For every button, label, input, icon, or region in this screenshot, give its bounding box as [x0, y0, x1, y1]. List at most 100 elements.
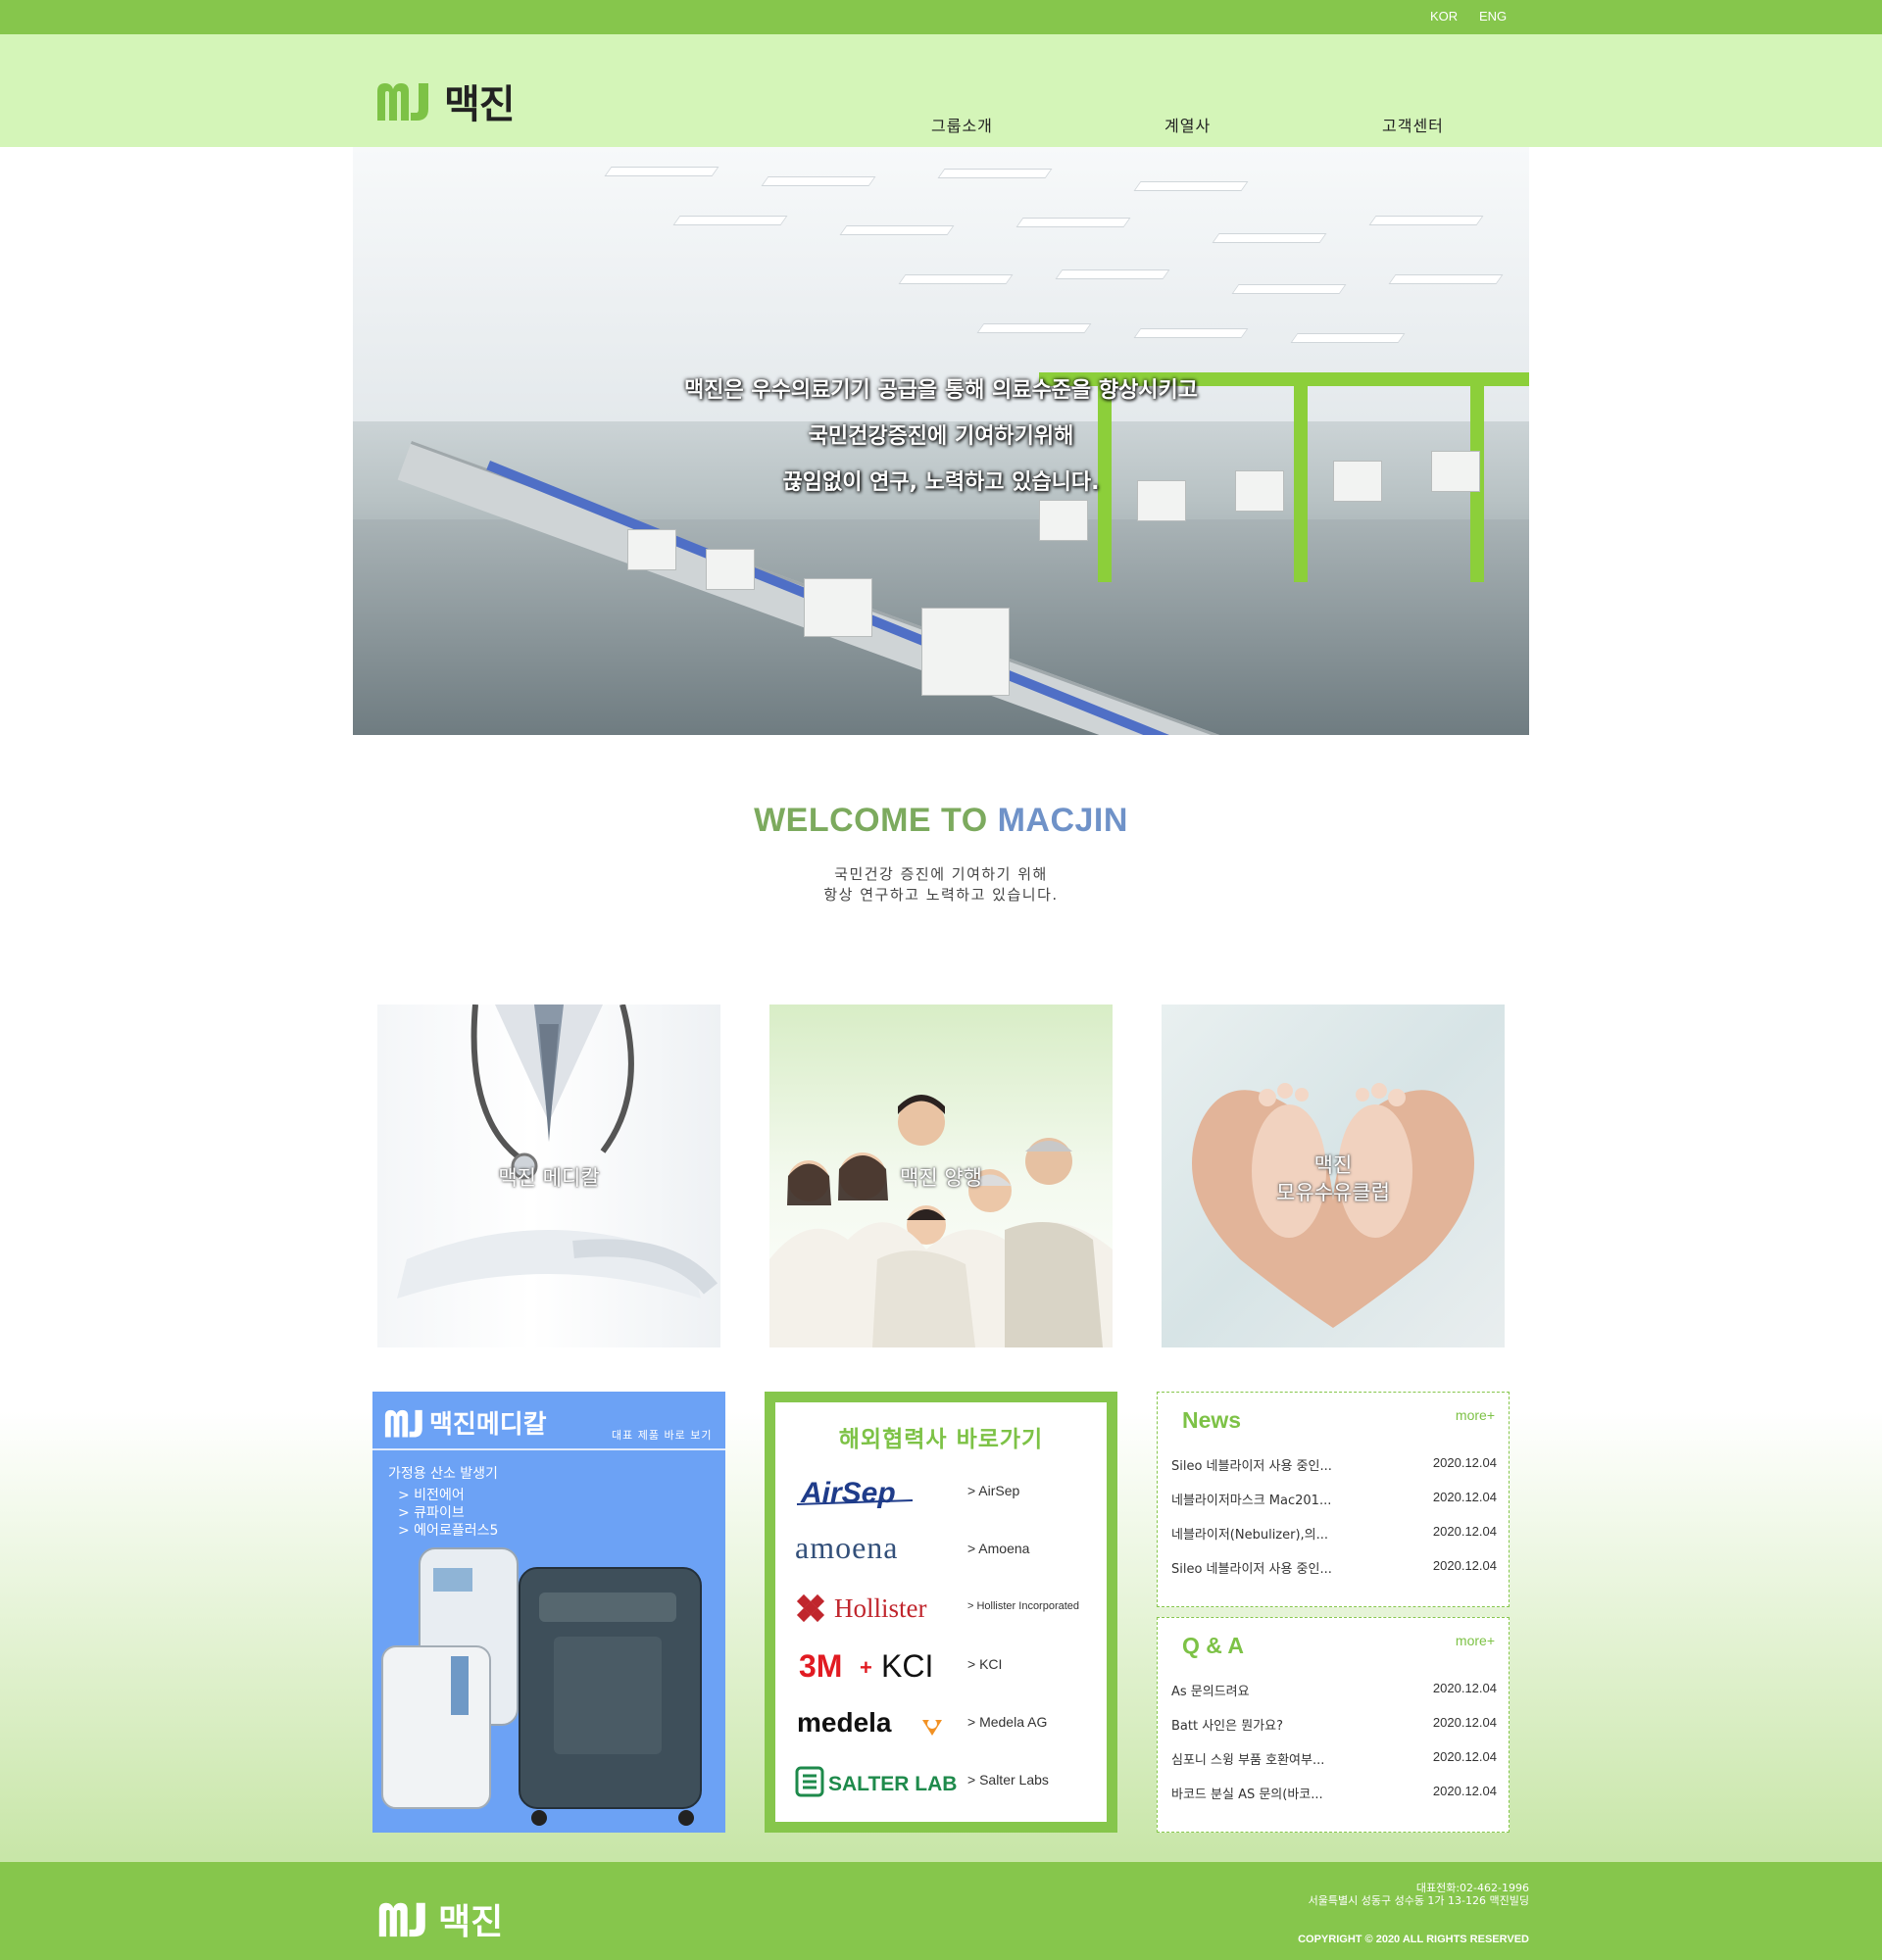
mj-logo-icon: [377, 83, 428, 121]
svg-text:+: +: [860, 1655, 872, 1680]
card-medical-label: 맥진 메디칼: [377, 1164, 720, 1192]
welcome-title: WELCOME TO MACJIN: [353, 802, 1529, 840]
news-row-title: 네블라이저마스크 Mac201...: [1171, 1494, 1332, 1508]
news-more-link[interactable]: more+: [1456, 1407, 1495, 1423]
partner-name: > KCI: [967, 1656, 1003, 1672]
hero-line-1: 맥진은 우수의료기기 공급을 통해 의료수준을 향상시키고: [683, 378, 1199, 403]
card-macjin-medical[interactable]: 맥진 메디칼: [377, 1004, 720, 1348]
qa-row-title: Batt 사인은 뭔가요?: [1171, 1719, 1284, 1734]
welcome-title-a: WELCOME TO: [754, 802, 998, 839]
svg-text:Hollister: Hollister: [834, 1593, 927, 1623]
card-yanghaeng-label-line: 맥진 양행: [900, 1166, 982, 1190]
card-macjin-yanghaeng[interactable]: 맥진 양행: [769, 1004, 1113, 1348]
hero-line-3: 끊임없이 연구, 노력하고 있습니다.: [782, 470, 1100, 495]
nav-customer-center[interactable]: 고객센터: [1382, 113, 1444, 136]
partner-name: > Medela AG: [967, 1714, 1048, 1730]
partner-salter-link[interactable]: SALTER LABS > Salter Labs: [795, 1758, 1109, 1801]
logo-text: 맥진: [444, 82, 516, 127]
qa-row-title: As 문의드려요: [1171, 1685, 1250, 1699]
medical-panel-header: 맥진메디칼 대표 제품 바로 보기: [372, 1392, 725, 1450]
news-row[interactable]: 네블라이저(Nebulizer),의... 2020.12.04: [1171, 1524, 1497, 1544]
news-row-date: 2020.12.04: [1432, 1455, 1497, 1470]
3m-kci-logo: 3M + KCI: [795, 1642, 962, 1686]
welcome-subtitle: 국민건강 증진에 기여하기 위해 항상 연구하고 노력하고 있습니다.: [353, 864, 1529, 906]
news-row-date: 2020.12.04: [1432, 1490, 1497, 1504]
qa-row[interactable]: As 문의드려요 2020.12.04: [1171, 1681, 1497, 1700]
partner-hollister-link[interactable]: Hollister > Hollister Incorporated: [795, 1585, 1109, 1628]
news-row[interactable]: Sileo 네블라이저 사용 중인... 2020.12.04: [1171, 1558, 1497, 1578]
mj-logo-icon: [378, 1902, 425, 1937]
nav-group-intro[interactable]: 그룹소개: [931, 113, 993, 136]
card-club-label-line-2: 모유수유클럽: [1276, 1181, 1390, 1204]
site-logo[interactable]: 맥진: [375, 78, 522, 127]
partner-medela-link[interactable]: medela > Medela AG: [795, 1700, 1109, 1743]
news-row[interactable]: Sileo 네블라이저 사용 중인... 2020.12.04: [1171, 1455, 1497, 1475]
partner-name: > Hollister Incorporated: [967, 1600, 1080, 1612]
qa-row-date: 2020.12.04: [1432, 1784, 1497, 1798]
footer-logo-text: 맥진: [438, 1902, 504, 1942]
footer-copyright: COPYRIGHT © 2020 ALL RIGHTS RESERVED: [1298, 1934, 1529, 1945]
footer-contact: 대표전화:02-462-1996 서울특별시 성동구 성수동 1가 13-126…: [1309, 1882, 1529, 1907]
news-board: News more+ Sileo 네블라이저 사용 중인... 2020.12.0…: [1157, 1392, 1510, 1607]
nav-affiliates[interactable]: 계열사: [1164, 113, 1211, 136]
lang-kor-link[interactable]: KOR: [1430, 9, 1458, 24]
card-medical-label-line: 맥진 메디칼: [498, 1166, 600, 1190]
site-header: 맥진 그룹소개 계열사 고객센터: [0, 34, 1882, 147]
partner-amoena-link[interactable]: amoena > Amoena: [795, 1527, 1109, 1570]
top-bar: KOR ENG: [0, 0, 1882, 34]
product-item[interactable]: > 에어로플러스5: [388, 1522, 498, 1540]
medical-panel-title: 맥진메디칼: [429, 1410, 547, 1440]
footer-phone: 대표전화:02-462-1996: [1415, 1882, 1529, 1894]
airsep-logo: AirSep: [795, 1469, 962, 1512]
partner-airsep-link[interactable]: AirSep > AirSep: [795, 1469, 1109, 1512]
amoena-logo: amoena: [795, 1527, 962, 1570]
qa-row[interactable]: 바코드 분실 AS 문의(바코... 2020.12.04: [1171, 1784, 1497, 1803]
qa-title: Q & A: [1182, 1633, 1245, 1658]
news-row-title: 네블라이저(Nebulizer),의...: [1171, 1528, 1329, 1543]
news-row-title: Sileo 네블라이저 사용 중인...: [1171, 1459, 1332, 1474]
footer-logo[interactable]: 맥진: [377, 1893, 503, 1944]
mj-logo-icon: [384, 1409, 422, 1438]
partner-name: > Salter Labs: [967, 1772, 1049, 1788]
news-row-date: 2020.12.04: [1432, 1524, 1497, 1539]
partner-name: > Amoena: [967, 1541, 1030, 1556]
news-row-title: Sileo 네블라이저 사용 중인...: [1171, 1562, 1332, 1577]
lang-eng-link[interactable]: ENG: [1479, 9, 1507, 24]
partner-kci-link[interactable]: 3M + KCI > KCI: [795, 1642, 1109, 1686]
qa-row[interactable]: Batt 사인은 뭔가요? 2020.12.04: [1171, 1715, 1497, 1735]
welcome-title-b: MACJIN: [997, 802, 1128, 839]
svg-text:SALTER LABS: SALTER LABS: [828, 1773, 957, 1795]
partners-title: 해외협력사 바로가기: [838, 1427, 1044, 1452]
card-club-label: 맥진 모유수유클럽: [1162, 1152, 1505, 1206]
card-yanghaeng-label: 맥진 양행: [769, 1164, 1113, 1192]
qa-more-link[interactable]: more+: [1456, 1633, 1495, 1648]
qa-row-title: 바코드 분실 AS 문의(바코...: [1171, 1788, 1323, 1802]
salter-labs-logo: SALTER LABS: [795, 1758, 962, 1801]
hollister-logo: Hollister: [795, 1585, 962, 1628]
product-item[interactable]: > 비전에어: [388, 1487, 498, 1504]
macjin-medical-panel[interactable]: 맥진메디칼 대표 제품 바로 보기 가정용 산소 발생기 > 비전에어 > 큐파…: [372, 1392, 725, 1833]
medela-logo: medela: [795, 1700, 962, 1743]
welcome-sub-line-1: 국민건강 증진에 기여하기 위해: [834, 865, 1048, 883]
card-breastfeeding-club[interactable]: 맥진 모유수유클럽: [1162, 1004, 1505, 1348]
svg-text:3M: 3M: [799, 1648, 842, 1684]
qa-board: Q & A more+ As 문의드려요 2020.12.04 Batt 사인은 …: [1157, 1617, 1510, 1833]
partners-inner: 해외협력사 바로가기 AirSep > AirSep amoena > Amoe…: [772, 1399, 1110, 1825]
hero-banner: 맥진은 우수의료기기 공급을 통해 의료수준을 향상시키고 국민건강증진에 기여…: [353, 147, 1529, 735]
svg-text:KCI: KCI: [881, 1648, 933, 1684]
news-row-date: 2020.12.04: [1432, 1558, 1497, 1573]
welcome-sub-line-2: 항상 연구하고 노력하고 있습니다.: [823, 886, 1059, 904]
oxygen-concentrator-image: [381, 1547, 702, 1826]
medical-product-list: 가정용 산소 발생기 > 비전에어 > 큐파이브 > 에어로플러스5: [388, 1465, 498, 1540]
qa-row-title: 심포니 스윙 부품 호환여부...: [1171, 1753, 1325, 1768]
svg-text:medela: medela: [797, 1707, 892, 1738]
hero-caption: 맥진은 우수의료기기 공급을 통해 의료수준을 향상시키고 국민건강증진에 기여…: [353, 368, 1529, 506]
news-row[interactable]: 네블라이저마스크 Mac201... 2020.12.04: [1171, 1490, 1497, 1509]
qa-row-date: 2020.12.04: [1432, 1749, 1497, 1764]
footer-address: 서울특별시 성동구 성수동 1가 13-126 맥진빌딩: [1308, 1894, 1529, 1907]
qa-row-date: 2020.12.04: [1432, 1681, 1497, 1695]
hero-line-2: 국민건강증진에 기여하기위해: [808, 424, 1074, 449]
medical-panel-subtitle: 대표 제품 바로 보기: [612, 1429, 713, 1442]
qa-row[interactable]: 심포니 스윙 부품 호환여부... 2020.12.04: [1171, 1749, 1497, 1769]
product-item[interactable]: > 큐파이브: [388, 1504, 498, 1522]
